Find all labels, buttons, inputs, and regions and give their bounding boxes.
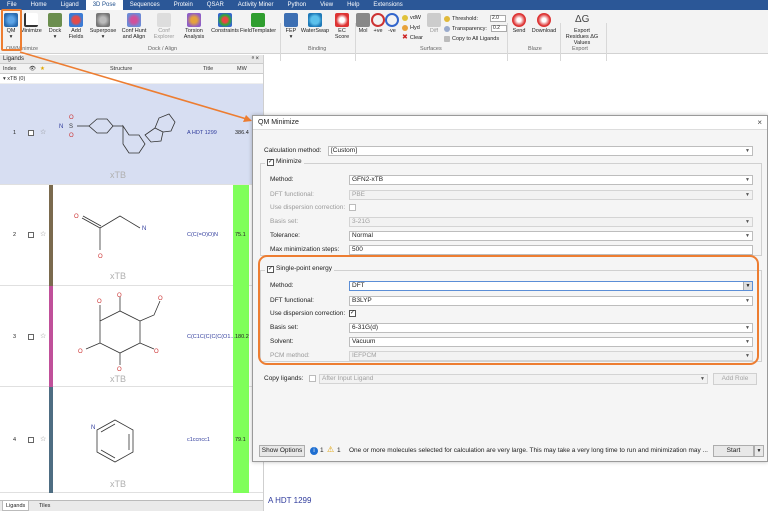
tolerance-value: Normal bbox=[352, 232, 373, 239]
copy-ligands-value: After Input Ligand bbox=[322, 375, 374, 382]
copy-ligands-select[interactable]: After Input Ligand ▼ bbox=[319, 374, 708, 384]
warning-icon: ⚠ bbox=[327, 445, 335, 454]
minimize-basis-set-value: 3-21G bbox=[352, 218, 371, 225]
warning-message: One or more molecules selected for calcu… bbox=[349, 447, 708, 454]
info-icon: i bbox=[310, 447, 318, 455]
chevron-down-icon: ▼ bbox=[745, 233, 750, 239]
calculation-method-value: [Custom] bbox=[331, 147, 358, 154]
minimize-checkbox[interactable]: ✓ bbox=[267, 158, 274, 166]
chevron-down-icon: ▼ bbox=[756, 448, 762, 454]
minimize-legend-label: Minimize bbox=[276, 158, 302, 165]
tolerance-label: Tolerance: bbox=[270, 232, 300, 239]
minimize-basis-set-select[interactable]: 3-21G ▼ bbox=[349, 217, 753, 227]
copy-ligands-label: Copy ligands: bbox=[264, 375, 304, 382]
minimize-dft-functional-value: PBE bbox=[352, 191, 366, 198]
tolerance-select[interactable]: Normal ▼ bbox=[349, 231, 753, 241]
calculation-method-label: Calculation method: bbox=[264, 147, 322, 154]
max-steps-label: Max minimization steps: bbox=[270, 246, 340, 253]
calculation-method-select[interactable]: [Custom] ▼ bbox=[328, 146, 753, 156]
chevron-down-icon: ▼ bbox=[745, 192, 750, 198]
minimize-legend: ✓ Minimize bbox=[265, 157, 304, 167]
warning-count: 1 bbox=[337, 447, 341, 454]
chevron-down-icon: ▼ bbox=[700, 376, 705, 382]
minimize-dft-functional-select[interactable]: PBE ▼ bbox=[349, 190, 753, 200]
dialog-title-bar: QM Minimize × bbox=[253, 116, 767, 130]
show-options-button[interactable]: Show Options bbox=[259, 445, 305, 457]
minimize-dispersion-checkbox[interactable] bbox=[349, 204, 356, 211]
minimize-method-select[interactable]: GFN2-xTB ▼ bbox=[349, 175, 753, 185]
max-steps-input[interactable]: 500 bbox=[349, 245, 753, 255]
minimize-dft-functional-label: DFT functional: bbox=[270, 191, 314, 198]
start-button[interactable]: Start bbox=[713, 445, 754, 457]
add-role-button[interactable]: Add Role bbox=[713, 373, 757, 385]
chevron-down-icon: ▼ bbox=[745, 219, 750, 225]
minimize-dispersion-label: Use dispersion correction: bbox=[270, 204, 346, 211]
start-dropdown-button[interactable]: ▼ bbox=[754, 445, 764, 457]
minimize-basis-set-label: Basis set: bbox=[270, 218, 299, 225]
minimize-method-value: GFN2-xTB bbox=[352, 176, 384, 183]
close-icon[interactable]: × bbox=[757, 116, 762, 130]
minimize-method-label: Method: bbox=[270, 176, 294, 183]
single-point-highlight bbox=[258, 255, 759, 365]
max-steps-value: 500 bbox=[352, 246, 363, 253]
info-count: 1 bbox=[320, 447, 324, 454]
chevron-down-icon: ▼ bbox=[745, 148, 750, 154]
copy-ligands-checkbox[interactable] bbox=[309, 375, 316, 382]
dialog-title: QM Minimize bbox=[258, 119, 299, 126]
chevron-down-icon: ▼ bbox=[745, 177, 750, 183]
